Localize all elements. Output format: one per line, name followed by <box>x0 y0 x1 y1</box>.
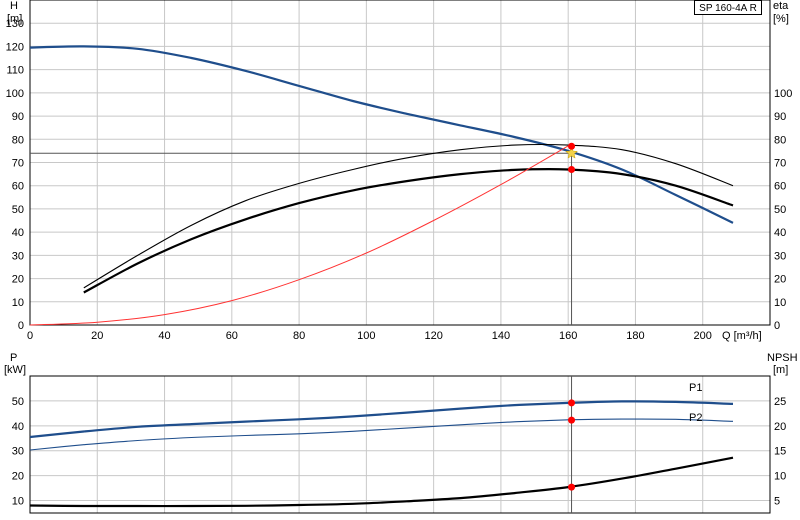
y-tick-label-left: 50 <box>12 204 24 216</box>
y-tick-label-left: 60 <box>12 181 24 193</box>
y-tick-label-right: 70 <box>774 158 786 170</box>
p2-curve <box>29 418 734 451</box>
p-tick-label-left: 20 <box>12 471 24 483</box>
top-right-axis-label-line2: [%] <box>773 13 789 25</box>
duty-point-marker <box>568 399 576 407</box>
bottom-plot-frame <box>29 375 771 514</box>
y-tick-label-left: 70 <box>12 158 24 170</box>
y-tick-label-left: 100 <box>6 88 24 100</box>
x-tick-label: 60 <box>226 330 238 342</box>
bottom-left-axis-label-line2: [kW] <box>4 364 26 376</box>
npsh-tick-label-right: 20 <box>774 421 786 433</box>
x-tick-label: 80 <box>293 330 305 342</box>
y-tick-label-left: 130 <box>6 18 24 30</box>
npsh-tick-label-right: 5 <box>774 496 780 508</box>
top-left-axis-label-line1: H <box>10 0 18 12</box>
duty-point-marker <box>568 142 576 150</box>
npsh-curve <box>29 456 734 508</box>
npsh-tick-label-right: 15 <box>774 446 786 458</box>
y-tick-label-right: 10 <box>774 297 786 309</box>
p-tick-label-left: 50 <box>12 396 24 408</box>
y-tick-label-right: 60 <box>774 181 786 193</box>
bottom-left-axis-label-line1: P <box>10 352 17 364</box>
npsh-tick-label-right: 25 <box>774 396 786 408</box>
x-tick-label: 0 <box>27 330 33 342</box>
series-label-p1: P1 <box>689 382 702 394</box>
x-tick-label: 140 <box>492 330 510 342</box>
model-label: SP 160-4A R <box>694 0 762 15</box>
y-tick-label-right: 50 <box>774 204 786 216</box>
y-tick-label-left: 0 <box>18 320 24 332</box>
bottom-chart-grid <box>30 376 770 513</box>
x-tick-label: 180 <box>626 330 644 342</box>
p-tick-label-left: 10 <box>12 496 24 508</box>
y-tick-label-left: 10 <box>12 297 24 309</box>
bottom-right-axis-label-line1: NPSH <box>767 352 798 364</box>
x-tick-label: 120 <box>424 330 442 342</box>
x-tick-label: 160 <box>559 330 577 342</box>
y-tick-label-right: 90 <box>774 111 786 123</box>
y-tick-label-right: 0 <box>774 320 780 332</box>
x-tick-label: 100 <box>357 330 375 342</box>
x-tick-label: 40 <box>158 330 170 342</box>
y-tick-label-left: 110 <box>6 65 24 77</box>
bottom-right-axis-label-line2: [m] <box>773 364 788 376</box>
y-tick-label-right: 30 <box>774 250 786 262</box>
x-tick-label: 200 <box>694 330 712 342</box>
head-curve <box>29 45 734 224</box>
y-tick-label-left: 30 <box>12 250 24 262</box>
duty-point-marker <box>568 416 576 424</box>
y-tick-label-left: 120 <box>6 41 24 53</box>
duty-point-marker <box>568 165 576 173</box>
duty-point-marker <box>568 483 576 491</box>
y-tick-label-left: 80 <box>12 134 24 146</box>
y-tick-label-right: 20 <box>774 274 786 286</box>
top-right-axis-label-line1: eta <box>773 0 789 12</box>
y-tick-label-left: 90 <box>12 111 24 123</box>
x-axis-label: Q [m³/h] <box>722 330 762 342</box>
npsh-tick-label-right: 10 <box>774 471 786 483</box>
p-tick-label-left: 30 <box>12 446 24 458</box>
y-tick-label-left: 20 <box>12 274 24 286</box>
p-tick-label-left: 40 <box>12 421 24 433</box>
tick-labels: 0 20 40 60 80 100 120 140 160 180 2000102030405060… <box>6 18 793 508</box>
y-tick-label-left: 40 <box>12 227 24 239</box>
pump-curve-chart: H [m] eta [%] Q [m³/h] P [kW] NPSH [m] 0… <box>4 0 798 514</box>
y-tick-label-right: 40 <box>774 227 786 239</box>
x-tick-label: 20 <box>91 330 103 342</box>
series-label-p2: P2 <box>689 412 702 424</box>
y-tick-label-right: 80 <box>774 134 786 146</box>
y-tick-label-right: 100 <box>774 88 792 100</box>
